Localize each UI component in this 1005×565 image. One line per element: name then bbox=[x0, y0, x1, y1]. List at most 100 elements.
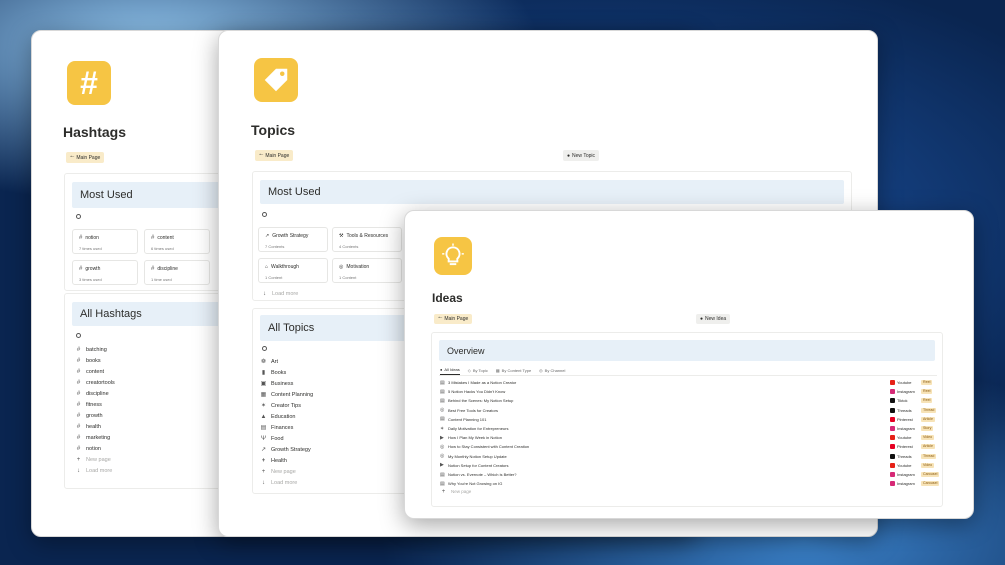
topic-card-walkthrough[interactable]: ⌂ Walkthrough 1 Content bbox=[258, 258, 328, 283]
channel-name: Threads bbox=[897, 407, 912, 413]
table-row[interactable]: ▤ Notion vs. Evernote – Which is Better? I… bbox=[440, 470, 940, 479]
topics-app-icon bbox=[254, 58, 298, 102]
table-row[interactable]: ▤ 3 Mistakes I Made as a Notion Creator Yo… bbox=[440, 378, 940, 387]
load-more-button[interactable]: ↓ Load more bbox=[260, 477, 313, 488]
content-type-badge: Article bbox=[921, 444, 935, 450]
list-item[interactable]: ▣ Business bbox=[260, 378, 313, 389]
list-item[interactable]: # notion bbox=[75, 443, 115, 454]
tab-by-channel[interactable]: ◎ By Channel bbox=[539, 367, 565, 375]
table-row[interactable]: ◎ My Monthly Notion Setup Update Threads Th… bbox=[440, 452, 940, 461]
hashtag-app-icon: # bbox=[67, 61, 111, 105]
table-row[interactable]: ▤ Behind the Scenes: My Notion Setup Tikto… bbox=[440, 396, 940, 405]
list-item[interactable]: # health bbox=[75, 421, 115, 432]
list-item[interactable]: # batching bbox=[75, 344, 115, 355]
hash-icon: # bbox=[76, 401, 81, 408]
hashtag-card-content[interactable]: # content 6 times used bbox=[144, 229, 210, 254]
tab-by-content-type[interactable]: ▦ By Content Type bbox=[496, 367, 531, 375]
channel-cell: Pinterest bbox=[890, 444, 913, 450]
new-topic-button[interactable]: ● New Topic bbox=[563, 150, 600, 161]
new-idea-button[interactable]: ● New Idea bbox=[696, 314, 731, 324]
status-circle-icon[interactable] bbox=[262, 212, 267, 217]
list-item[interactable]: ▮ Books bbox=[260, 367, 313, 378]
topic-card-tools-resources[interactable]: ⚒ Tools & Resources 4 Contents bbox=[332, 227, 402, 252]
list-item[interactable]: Ψ Food bbox=[260, 433, 313, 444]
content-type-badge: Article bbox=[921, 416, 935, 422]
table-row[interactable]: ◎ How to Stay Consistent with Content Cre… bbox=[440, 442, 940, 451]
channel-logo-icon bbox=[890, 407, 895, 413]
new-page-button[interactable]: + New page bbox=[75, 454, 115, 465]
list-item[interactable]: # growth bbox=[75, 410, 115, 421]
hashtag-card-discipline[interactable]: # discipline 1 time used bbox=[144, 260, 210, 285]
idea-title: My Monthly Notion Setup Update bbox=[448, 453, 507, 459]
list-item[interactable]: + Health bbox=[260, 455, 313, 466]
hashtag-card-growth[interactable]: # growth 3 times used bbox=[72, 260, 138, 285]
lightbulb-icon bbox=[442, 243, 464, 266]
idea-type-icon: ▤ bbox=[440, 397, 445, 404]
table-row[interactable]: ▶ How I Plan My Week in Notion Youtube Vide… bbox=[440, 433, 940, 442]
list-item[interactable]: # creatortools bbox=[75, 377, 115, 388]
list-item[interactable]: # books bbox=[75, 355, 115, 366]
topic-card-motivation[interactable]: ◎ Motivation 1 Content bbox=[332, 258, 402, 283]
table-row[interactable]: ▤ 5 Notion Hacks You Didn't Know Instagram… bbox=[440, 387, 940, 396]
list-item[interactable]: ❁ Art bbox=[260, 356, 313, 367]
tab-all-ideas[interactable]: ● All Ideas bbox=[440, 367, 460, 375]
tab-by-topic[interactable]: ◇ By Topic bbox=[468, 367, 488, 375]
list-item[interactable]: # fitness bbox=[75, 399, 115, 410]
list-item[interactable]: ▲ Education bbox=[260, 411, 313, 422]
hash-icon: # bbox=[151, 235, 155, 241]
topic-card-growth-strategy[interactable]: ↗ Growth Strategy 7 Contents bbox=[258, 227, 328, 252]
idea-title: Daily Motivation for Entrepreneurs bbox=[448, 426, 509, 431]
status-circle-icon[interactable] bbox=[76, 214, 81, 219]
list-item[interactable]: ↗ Growth Strategy bbox=[260, 444, 313, 455]
list-item[interactable]: # discipline bbox=[75, 388, 115, 399]
idea-type-icon: ▶ bbox=[440, 462, 444, 469]
new-page-button[interactable]: + New page bbox=[260, 466, 313, 477]
channel-name: Instagram bbox=[897, 472, 915, 477]
main-page-button[interactable]: 🠐 Main Page bbox=[255, 150, 294, 161]
idea-title: How to Stay Consistent with Content Crea… bbox=[448, 444, 530, 450]
channel-name: Threads bbox=[897, 453, 912, 459]
main-page-button[interactable]: 🠐 Main Page bbox=[66, 152, 105, 163]
content-type-badge: Carousel bbox=[921, 481, 940, 487]
table-row[interactable]: ▤ Why You're Not Growing on IG Instagram Ca… bbox=[440, 479, 940, 488]
table-row[interactable]: ◎ Best Free Tools for Creators Threads Thre… bbox=[440, 406, 940, 415]
table-row[interactable]: ▤ Content Planning 101 Pinterest Article bbox=[440, 415, 940, 424]
book-icon: ▮ bbox=[261, 370, 266, 376]
plus-icon: + bbox=[441, 488, 446, 495]
list-item[interactable]: ✶ Creator Tips bbox=[260, 400, 313, 411]
channel-name: Pinterest bbox=[897, 416, 913, 422]
hash-icon: # bbox=[76, 434, 81, 441]
pin-icon: ● bbox=[440, 367, 443, 372]
channel-name: Instagram bbox=[897, 481, 915, 487]
channel-logo-icon bbox=[890, 444, 895, 450]
idea-title: 5 Notion Hacks You Didn't Know bbox=[448, 389, 506, 395]
table-row[interactable]: ✶ Daily Motivation for Entrepreneurs Insta… bbox=[440, 424, 940, 433]
idea-type-icon: ◎ bbox=[440, 407, 445, 414]
channel-logo-icon bbox=[890, 398, 895, 404]
channel-logo-icon bbox=[890, 416, 895, 422]
tag-small-icon: ● bbox=[567, 152, 571, 159]
arrow-down-icon: ↓ bbox=[263, 290, 266, 297]
page-title: Ideas bbox=[432, 291, 463, 305]
overview-header: Overview bbox=[439, 340, 935, 361]
hashtag-card-notion[interactable]: # notion 7 times used bbox=[72, 229, 138, 254]
hash-icon: # bbox=[79, 235, 83, 241]
list-item[interactable]: # marketing bbox=[75, 432, 115, 443]
channel-logo-icon bbox=[890, 389, 895, 395]
channel-name: Youtube bbox=[897, 380, 912, 385]
list-item[interactable]: # content bbox=[75, 366, 115, 377]
load-more-button[interactable]: ↓ Load more bbox=[75, 465, 115, 476]
status-circle-icon[interactable] bbox=[262, 346, 267, 351]
main-page-button[interactable]: 🠐 Main Page bbox=[434, 314, 473, 324]
load-more-button[interactable]: ↓ Load more bbox=[261, 288, 298, 299]
list-item[interactable]: ▤ Finances bbox=[260, 422, 313, 433]
table-row[interactable]: ▶ Notion Setup for Content Creators Youtub… bbox=[440, 461, 940, 470]
idea-title: 3 Mistakes I Made as a Notion Creator bbox=[448, 380, 517, 385]
status-circle-icon[interactable] bbox=[76, 333, 81, 338]
hash-icon: # bbox=[80, 65, 98, 101]
new-page-button[interactable]: + New page bbox=[440, 486, 472, 497]
idea-title: How I Plan My Week in Notion bbox=[448, 435, 502, 441]
page-title: Topics bbox=[251, 122, 296, 138]
list-item[interactable]: ▦ Content Planning bbox=[260, 389, 314, 400]
overview-section: Overview ● All Ideas ◇ By Topic ▦ By Conten… bbox=[431, 332, 943, 507]
